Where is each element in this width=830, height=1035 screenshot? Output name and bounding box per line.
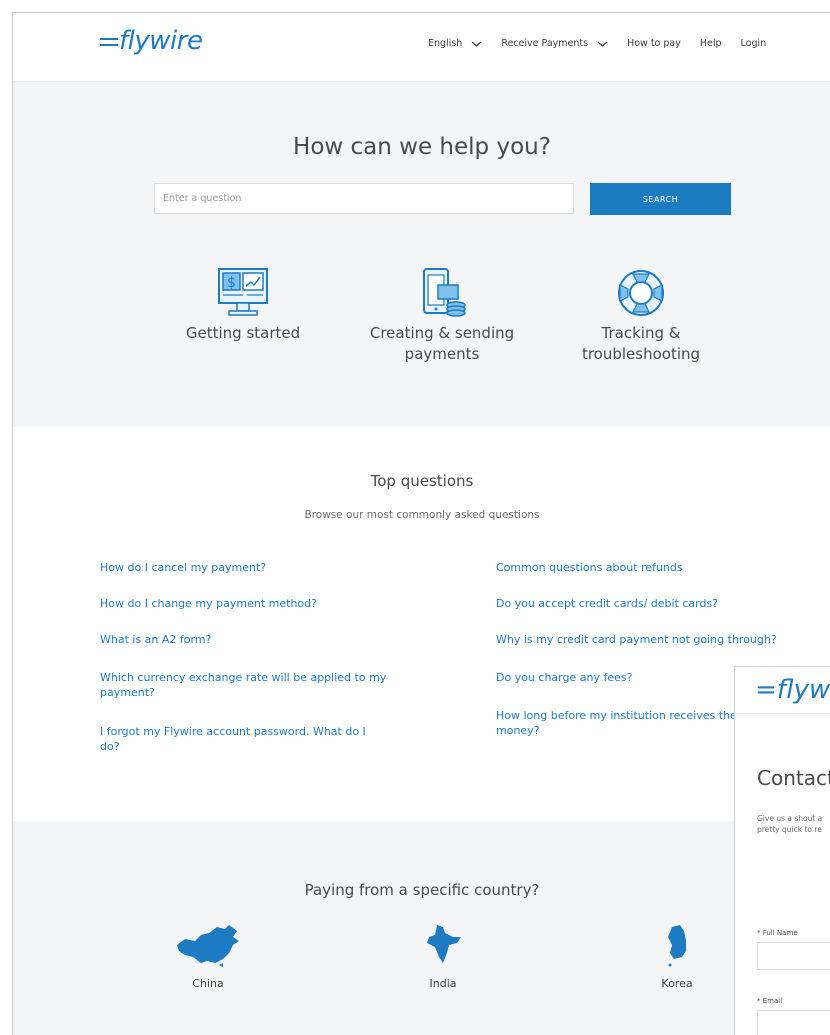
contact-panel: =flywire Contact Give us a shout a prett…	[734, 666, 830, 1035]
category-label: Tracking & troubleshooting	[581, 324, 701, 363]
question-link[interactable]: What is an A2 form?	[100, 632, 400, 647]
email-field[interactable]	[757, 1010, 830, 1035]
divider	[735, 713, 830, 714]
korea-map-icon	[668, 925, 686, 967]
svg-text:$: $	[227, 275, 236, 291]
question-link[interactable]: How do I change my payment method?	[100, 596, 400, 611]
country-label: Korea	[661, 977, 693, 990]
logo-text: flywire	[119, 26, 203, 56]
contact-subtitle-line: Give us a shout a	[757, 814, 823, 823]
category-creating-sending[interactable]: Creating & sending payments	[352, 267, 532, 365]
contact-logo-text: flywire	[776, 675, 830, 705]
nav-receive-payments-label: Receive Payments	[501, 38, 589, 49]
contact-title: Contact	[757, 766, 830, 790]
lifebuoy-icon	[618, 270, 664, 316]
monitor-dollar-icon: $	[218, 268, 268, 316]
category-getting-started[interactable]: $ Getting started	[173, 267, 313, 344]
country-china[interactable]: China	[158, 923, 258, 990]
nav-how-to-pay[interactable]: How to pay	[627, 38, 681, 49]
phone-coins-icon	[423, 268, 466, 317]
nav-login[interactable]: Login	[741, 38, 767, 49]
country-section-title: Paying from a specific country?	[304, 881, 540, 899]
country-india[interactable]: India	[393, 923, 493, 990]
country-section: Paying from a specific country? China In…	[13, 821, 830, 1035]
question-link[interactable]: How long before my institution receives …	[496, 708, 746, 738]
search-button[interactable]: SEARCH	[590, 183, 731, 215]
question-search-input[interactable]	[154, 183, 574, 214]
category-label: Creating & sending payments	[369, 324, 515, 363]
question-link[interactable]: Which currency exchange rate will be app…	[100, 670, 400, 700]
email-label: * Email	[757, 997, 783, 1005]
question-link[interactable]: Common questions about refunds	[496, 560, 826, 575]
question-link[interactable]: How do I cancel my payment?	[100, 560, 400, 575]
chevron-down-icon	[471, 41, 482, 47]
question-link[interactable]: I forgot my Flywire account password. Wh…	[100, 724, 380, 754]
nav-help-label: Help	[699, 38, 722, 49]
help-hero: How can we help you? SEARCH $ Getting st…	[13, 82, 830, 427]
nav-language[interactable]: English	[428, 38, 482, 49]
nav-login-label: Login	[740, 38, 767, 49]
full-name-label: * Full Name	[757, 929, 798, 937]
nav-language-label: English	[428, 38, 463, 49]
page-frame: flywire English Receive Payments How to …	[12, 12, 830, 1035]
india-map-icon	[427, 925, 461, 963]
flywire-logo[interactable]: flywire	[100, 26, 203, 56]
nav-receive-payments[interactable]: Receive Payments	[501, 38, 608, 49]
full-name-field[interactable]	[757, 942, 830, 970]
question-link[interactable]: Do you accept credit cards/ debit cards?	[496, 596, 826, 611]
nav-help[interactable]: Help	[700, 38, 722, 49]
site-header: flywire English Receive Payments How to …	[13, 13, 830, 82]
country-korea[interactable]: Korea	[627, 923, 727, 990]
top-questions-subtitle: Browse our most commonly asked questions	[304, 509, 540, 521]
contact-flywire-logo: =flywire	[755, 675, 830, 705]
nav-how-to-pay-label: How to pay	[627, 38, 681, 49]
logo-bars-icon	[100, 34, 118, 50]
question-link[interactable]: Why is my credit card payment not going …	[496, 632, 826, 647]
contact-subtitle-line: pretty quick to re	[757, 825, 822, 834]
country-label: China	[192, 977, 224, 990]
hero-title: How can we help you?	[293, 134, 551, 160]
country-label: India	[429, 977, 457, 990]
logo-bars-icon: =	[755, 675, 777, 705]
category-label: Getting started	[185, 324, 301, 342]
contact-subtitle: Give us a shout a pretty quick to re	[757, 813, 822, 835]
category-tracking[interactable]: Tracking & troubleshooting	[571, 267, 711, 365]
chevron-down-icon	[597, 41, 608, 47]
main-nav: English Receive Payments How to pay Help…	[428, 38, 785, 49]
top-questions-title: Top questions	[370, 472, 474, 490]
china-map-icon	[177, 925, 239, 967]
